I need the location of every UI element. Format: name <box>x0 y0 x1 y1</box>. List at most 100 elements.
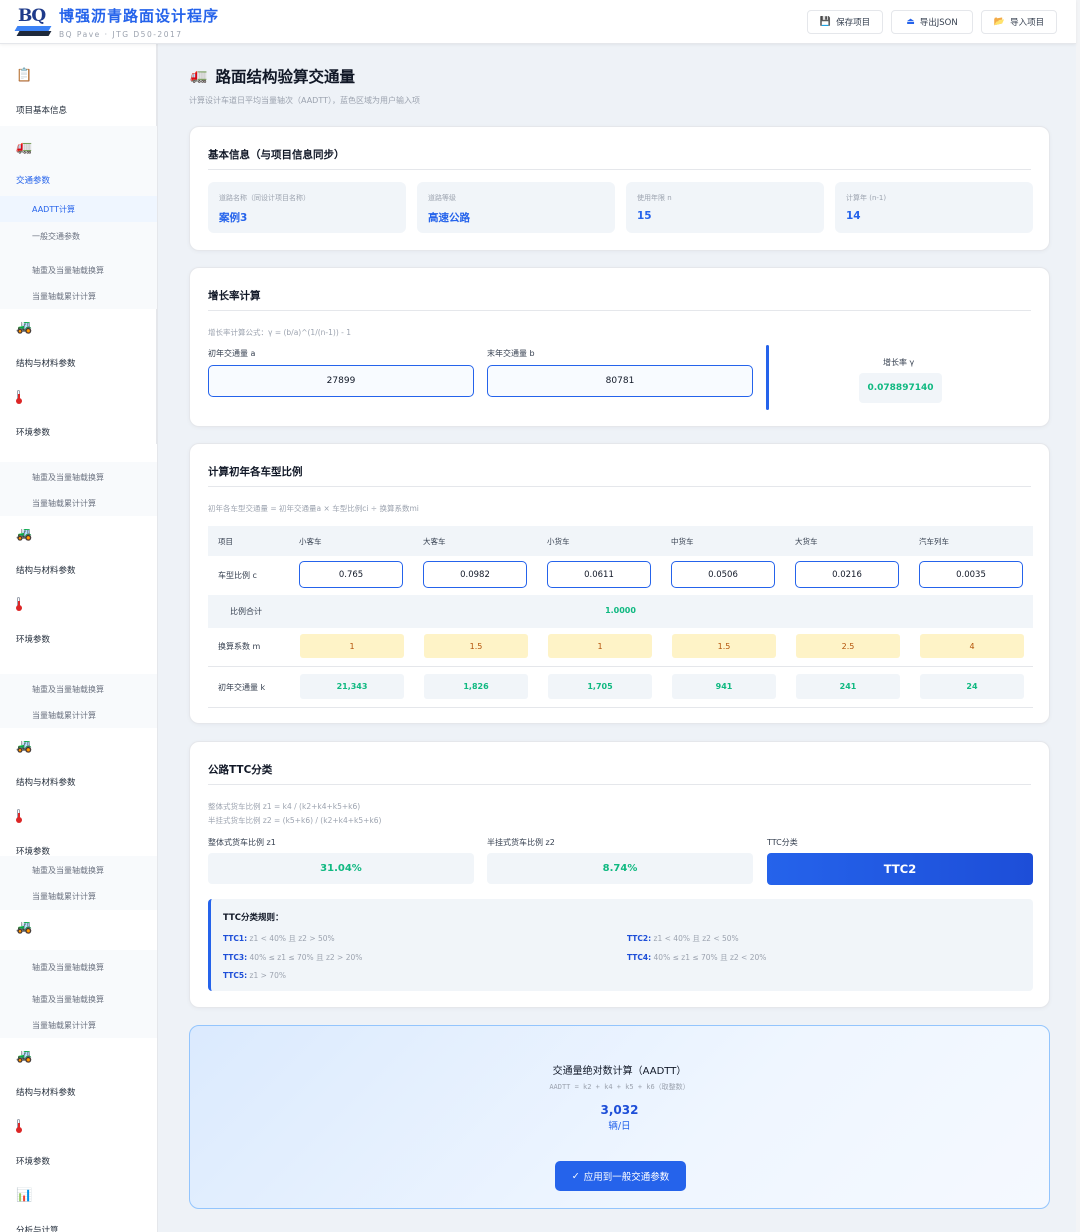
ratio-row-label: 车型比例 c <box>218 571 257 580</box>
page-scrollbar[interactable] <box>1076 0 1080 1232</box>
export-icon: ⏏ <box>906 17 915 27</box>
ratio-sum-row: 比例合计 1.0000 <box>208 595 1033 628</box>
sidebar-item-equiv-axle[interactable]: 当量轴载累计计算 <box>0 883 157 909</box>
card-title: 增长率计算 <box>208 290 261 302</box>
ttc-rules-panel: TTC分类规则： TTC1: z1 < 40% 且 z2 > 50% TTC2:… <box>208 899 1033 991</box>
ratio-sum-value: 1.0000 <box>605 606 636 615</box>
service-years-field: 使用年限 n 15 <box>626 182 824 233</box>
ratio-input[interactable]: 0.0506 <box>671 561 775 588</box>
save-project-button[interactable]: 💾 保存项目 <box>807 10 883 34</box>
growth-rate-label: 增长率 γ <box>883 358 915 367</box>
result-divider <box>766 345 769 410</box>
sidebar-item-axle-conversion[interactable]: 轴重及当量轴载换算 <box>0 857 157 883</box>
z2-label: 半挂式货车比例 z2 <box>487 838 555 847</box>
sidebar-item-equiv-axle[interactable]: 当量轴载累计计算 <box>0 283 157 309</box>
card-title: 计算初年各车型比例 <box>208 466 303 478</box>
bar-chart-icon: 📊 <box>16 1188 33 1203</box>
ratio-input[interactable]: 0.0982 <box>423 561 527 588</box>
initial-traffic-value: 941 <box>672 674 776 699</box>
sidebar-item-structure[interactable]: 结构与材料参数 <box>16 776 76 788</box>
app-title: 博强沥青路面设计程序 <box>59 7 220 25</box>
coef-value: 1 <box>548 634 652 658</box>
coef-value: 4 <box>920 634 1024 658</box>
apply-to-general-traffic-button[interactable]: ✓ 应用到一般交通参数 <box>555 1161 686 1191</box>
thermometer-icon <box>16 597 22 615</box>
z1-label: 整体式货车比例 z1 <box>208 838 276 847</box>
thermometer-icon <box>16 390 22 408</box>
z2-value: 8.74% <box>487 853 753 884</box>
initial-traffic-input[interactable]: 27899 <box>208 365 474 397</box>
sidebar-item-environment[interactable]: 环境参数 <box>16 426 50 438</box>
initial-traffic-value: 21,343 <box>300 674 404 699</box>
sidebar-item-environment[interactable]: 环境参数 <box>16 633 50 645</box>
coef-value: 2.5 <box>796 634 900 658</box>
k-row-label: 初年交通量 k <box>218 683 266 692</box>
sidebar-item-axle-conversion[interactable]: 轴重及当量轴载换算 <box>0 257 157 283</box>
ttc-class-label: TTC分类 <box>767 838 798 847</box>
road-roller-icon: 🚜 <box>16 527 33 542</box>
sidebar-item-environment[interactable]: 环境参数 <box>16 1155 50 1167</box>
page-subtitle: 计算设计车道日平均当量轴次（AADTT），蓝色区域为用户输入项 <box>189 96 420 105</box>
road-roller-icon: 🚜 <box>16 920 33 935</box>
ttc-rule: TTC1: z1 < 40% 且 z2 > 50% <box>223 934 335 943</box>
aadtt-card: 交通量绝对数计算（AADTT） AADTT = k2 + k4 + k5 + k… <box>189 1025 1050 1209</box>
road-roller-icon: 🚜 <box>16 739 33 754</box>
growth-rate-card: 增长率计算 增长率计算公式：γ = (b/a)^(1/(n-1)) - 1 初年… <box>189 267 1050 427</box>
sidebar-item-traffic[interactable]: 交通参数 <box>16 174 50 186</box>
coef-value: 1.5 <box>424 634 528 658</box>
ratio-formula: 初年各车型交通量 = 初年交通量a × 车型比例ci ÷ 换算系数mi <box>208 504 419 513</box>
growth-formula: 增长率计算公式：γ = (b/a)^(1/(n-1)) - 1 <box>208 328 351 337</box>
sidebar-item-axle-conversion[interactable]: 轴重及当量轴载换算 <box>0 676 157 702</box>
growth-rate-value: 0.078897140 <box>859 373 942 403</box>
coef-value: 1.5 <box>672 634 776 658</box>
export-json-button[interactable]: ⏏ 导出JSON <box>891 10 973 34</box>
folder-icon: 📂 <box>993 17 1006 27</box>
sidebar-item-structure[interactable]: 结构与材料参数 <box>16 357 76 369</box>
road-name-field: 道路名称（同设计项目名称） 案例3 <box>208 182 406 233</box>
final-traffic-input[interactable]: 80781 <box>487 365 753 397</box>
aadtt-title: 交通量绝对数计算（AADTT） <box>552 1066 687 1077</box>
coef-row-label: 换算系数 m <box>218 642 261 651</box>
sidebar-item-analysis[interactable]: 分析与计算 <box>16 1224 59 1232</box>
ratio-input[interactable]: 0.0216 <box>795 561 899 588</box>
final-traffic-label: 末年交通量 b <box>487 349 535 358</box>
road-roller-icon: 🚜 <box>16 320 33 335</box>
card-title: 公路TTC分类 <box>208 764 273 776</box>
ratio-input[interactable]: 0.0035 <box>919 561 1023 588</box>
sidebar-item-project-info[interactable]: 项目基本信息 <box>16 104 67 116</box>
ratio-input[interactable]: 0.765 <box>299 561 403 588</box>
ttc-rule: TTC5: z1 > 70% <box>223 971 286 980</box>
sidebar-item-axle-conversion[interactable]: 轴重及当量轴载换算 <box>0 954 157 980</box>
initial-traffic-value: 1,705 <box>548 674 652 699</box>
sidebar-item-structure[interactable]: 结构与材料参数 <box>16 564 76 576</box>
sidebar-item-equiv-axle[interactable]: 当量轴载累计计算 <box>0 702 157 728</box>
calc-year-field: 计算年 (n-1) 14 <box>835 182 1033 233</box>
thermometer-icon <box>16 809 22 827</box>
sidebar-item-axle-conversion[interactable]: 轴重及当量轴载换算 <box>0 464 157 490</box>
truck-icon: 🚛 <box>16 140 33 155</box>
import-project-button[interactable]: 📂 导入项目 <box>981 10 1057 34</box>
road-grade-field: 道路等级 高速公路 <box>417 182 615 233</box>
initial-traffic-label: 初年交通量 a <box>208 349 256 358</box>
sidebar: 📋 项目基本信息 🚛 交通参数 AADTT计算 一般交通参数 轴重及当量轴载换算… <box>0 44 158 1232</box>
sidebar-item-aadtt[interactable]: AADTT计算 <box>0 196 157 222</box>
ttc-rule: TTC3: 40% ≤ z1 ≤ 70% 且 z2 > 20% <box>223 953 363 962</box>
road-roller-icon: 🚜 <box>16 1049 33 1064</box>
ttc-class-badge: TTC2 <box>767 853 1033 885</box>
sidebar-item-axle-conversion[interactable]: 轴重及当量轴载换算 <box>0 986 157 1012</box>
sidebar-item-equiv-axle[interactable]: 当量轴载累计计算 <box>0 490 157 516</box>
initial-traffic-value: 241 <box>796 674 900 699</box>
z1-formula: 整体式货车比例 z1 = k4 / (k2+k4+k5+k6) <box>208 802 361 811</box>
clipboard-icon: 📋 <box>16 68 33 83</box>
initial-traffic-value: 24 <box>920 674 1024 699</box>
sidebar-item-structure[interactable]: 结构与材料参数 <box>16 1086 76 1098</box>
coef-value: 1 <box>300 634 404 658</box>
z1-value: 31.04% <box>208 853 474 884</box>
ratio-input[interactable]: 0.0611 <box>547 561 651 588</box>
aadtt-value: 3,032 <box>600 1103 639 1117</box>
table-header: 项目 小客车 大客车 小货车 中货车 大货车 汽车列车 <box>208 526 1033 556</box>
sidebar-item-equiv-axle[interactable]: 当量轴载累计计算 <box>0 1012 157 1038</box>
sidebar-item-general-traffic[interactable]: 一般交通参数 <box>0 223 157 249</box>
check-icon: ✓ <box>571 1170 580 1182</box>
card-title: 基本信息（与项目信息同步） <box>208 149 345 161</box>
